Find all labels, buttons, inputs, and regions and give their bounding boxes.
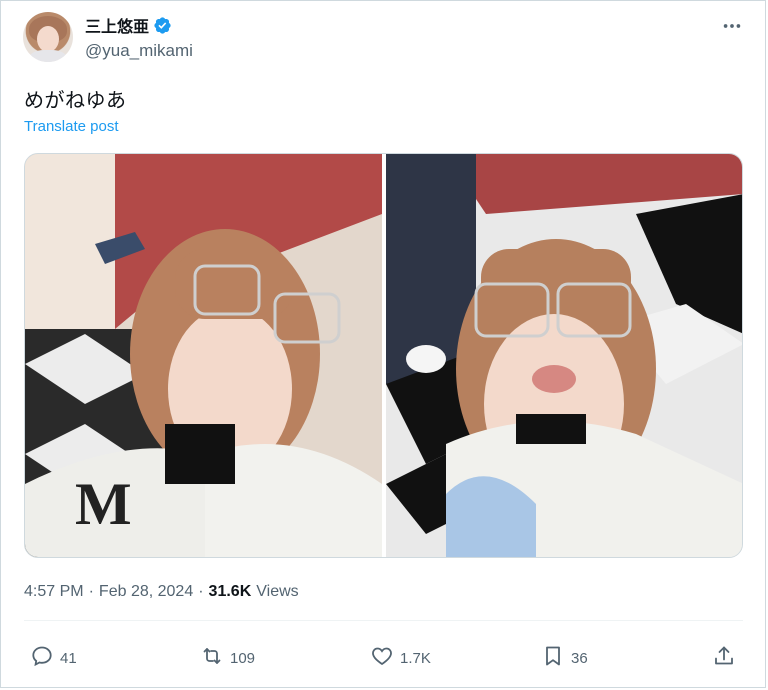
bookmark-icon bbox=[541, 644, 565, 672]
translate-link[interactable]: Translate post bbox=[24, 118, 119, 135]
separator: · bbox=[88, 583, 94, 600]
more-icon[interactable] bbox=[720, 14, 744, 38]
bookmark-button[interactable]: 36 bbox=[541, 645, 588, 671]
author-name-row[interactable]: 三上悠亜 bbox=[85, 14, 172, 36]
reply-button[interactable]: 41 bbox=[30, 645, 77, 671]
photo-2[interactable] bbox=[386, 154, 742, 557]
like-button[interactable]: 1.7K bbox=[370, 645, 431, 671]
author-handle[interactable]: @yua_mikami bbox=[85, 41, 193, 61]
reply-count: 41 bbox=[60, 649, 77, 667]
bookmark-count: 36 bbox=[571, 649, 588, 667]
views-count: 31.6K bbox=[208, 583, 252, 600]
tweet-text: めがねゆあ bbox=[24, 90, 127, 112]
separator: · bbox=[198, 583, 204, 600]
share-icon bbox=[712, 644, 736, 672]
display-name[interactable]: 三上悠亜 bbox=[85, 13, 149, 37]
reply-icon bbox=[30, 644, 54, 672]
like-count: 1.7K bbox=[400, 649, 431, 667]
share-button[interactable] bbox=[712, 645, 736, 671]
retweet-button[interactable]: 109 bbox=[200, 645, 255, 671]
like-icon bbox=[370, 644, 394, 672]
retweet-count: 109 bbox=[230, 649, 256, 667]
views-label: Views bbox=[256, 583, 299, 600]
media-grid: M bbox=[24, 153, 743, 558]
verified-badge-icon bbox=[153, 16, 172, 35]
divider bbox=[24, 620, 743, 621]
timestamp-row: 4:57 PM · Feb 28, 2024 · 31.6K Views bbox=[24, 583, 299, 601]
avatar[interactable] bbox=[23, 12, 73, 62]
svg-text:M: M bbox=[75, 471, 132, 537]
photo-1[interactable]: M bbox=[25, 154, 382, 557]
retweet-icon bbox=[200, 644, 224, 672]
post-time[interactable]: 4:57 PM bbox=[24, 583, 84, 601]
post-date[interactable]: Feb 28, 2024 bbox=[99, 583, 193, 601]
